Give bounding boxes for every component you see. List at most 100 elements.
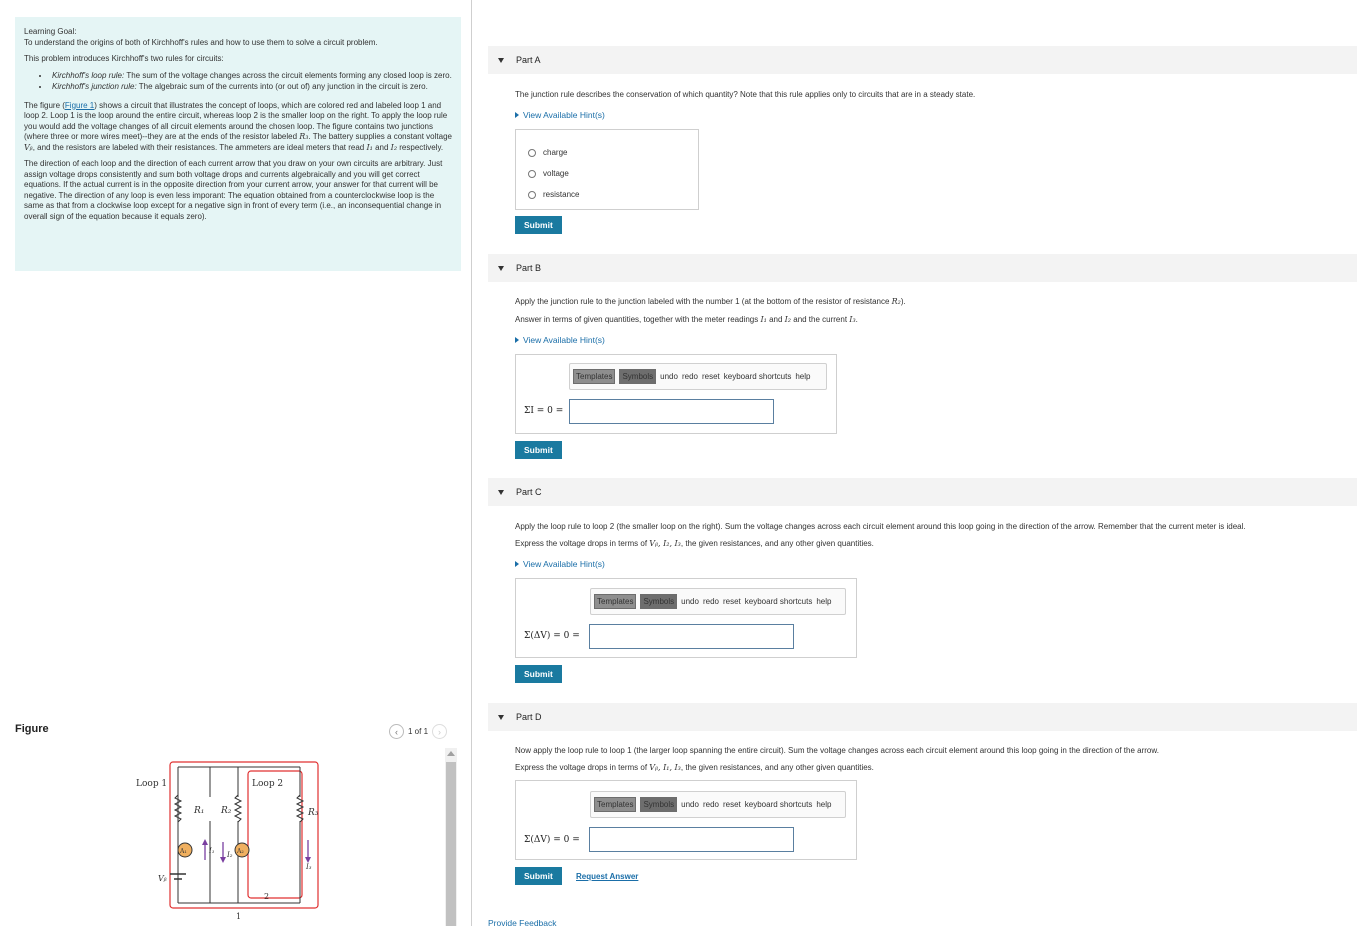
learning-goal-intro: This problem introduces Kirchhoff's two …	[24, 54, 224, 63]
part-d-answer-box: Templates Symbols undo redo reset keyboa…	[515, 780, 857, 860]
part-d-title: Part D	[516, 712, 542, 722]
keyboard-shortcuts-button[interactable]: keyboard shortcuts	[745, 597, 813, 606]
redo-button[interactable]: redo	[703, 800, 719, 809]
part-d-toolbar: Templates Symbols undo redo reset keyboa…	[590, 791, 846, 818]
direction-note: The direction of each loop and the direc…	[24, 159, 443, 221]
option-resistance[interactable]: resistance	[528, 184, 698, 205]
part-c-toolbar: Templates Symbols undo redo reset keyboa…	[590, 588, 846, 615]
symbols-button[interactable]: Symbols	[619, 369, 657, 384]
label-r1: R₁	[193, 806, 204, 816]
help-button[interactable]: help	[816, 597, 831, 606]
expand-arrow-icon	[515, 337, 519, 343]
column-divider	[471, 0, 472, 926]
undo-button[interactable]: undo	[681, 800, 699, 809]
pager-count: 1 of 1	[408, 727, 429, 736]
keyboard-shortcuts-button[interactable]: keyboard shortcuts	[745, 800, 813, 809]
expand-arrow-icon	[515, 112, 519, 118]
learning-goal-subtitle: To understand the origins of both of Kir…	[24, 37, 378, 47]
collapse-triangle-icon	[498, 57, 504, 63]
label-loop1: Loop 1	[136, 779, 167, 789]
part-a-title: Part A	[516, 55, 541, 65]
part-b-toolbar: Templates Symbols undo redo reset keyboa…	[569, 363, 827, 390]
templates-button[interactable]: Templates	[573, 369, 616, 384]
figure-description: The figure (Figure 1) shows a circuit th…	[24, 100, 452, 152]
label-junction-1: 1	[236, 912, 241, 921]
undo-button[interactable]: undo	[660, 372, 678, 381]
part-a-submit-button[interactable]: Submit	[515, 216, 562, 234]
learning-goal-panel: Learning Goal: To understand the origins…	[15, 17, 461, 271]
label-loop2: Loop 2	[252, 779, 283, 789]
label-r2: R₂	[220, 806, 232, 816]
part-a-header[interactable]: Part A	[488, 46, 1357, 74]
label-a1: A₁	[179, 848, 187, 855]
circuit-figure: Loop 1 Loop 2 R₁ R₂ R₃ A₁ A₂ I₁ I₂ I₃ Vᵦ…	[136, 761, 319, 921]
part-d-answer-input[interactable]	[589, 827, 794, 852]
label-i1: I₁	[208, 847, 215, 855]
part-c-submit-button[interactable]: Submit	[515, 665, 562, 683]
part-a-options: charge voltage resistance	[515, 129, 699, 210]
radio-icon[interactable]	[528, 169, 536, 178]
rule-loop: Kirchhoff's loop rule: The sum of the vo…	[50, 71, 452, 82]
collapse-triangle-icon	[498, 714, 504, 720]
label-vb: Vᵦ	[158, 874, 167, 883]
resistor-r1	[173, 794, 183, 823]
option-charge[interactable]: charge	[528, 142, 698, 163]
label-i3: I₃	[305, 863, 312, 871]
reset-button[interactable]: reset	[702, 372, 720, 381]
label-r3: R₃	[307, 808, 319, 818]
part-d-question: Now apply the loop rule to loop 1 (the l…	[515, 746, 1159, 755]
label-junction-2: 2	[264, 892, 269, 901]
loop1-outline	[169, 761, 319, 909]
option-voltage[interactable]: voltage	[528, 163, 698, 184]
part-b-equation-label: ΣI = 0 =	[524, 406, 564, 416]
symbols-button[interactable]: Symbols	[640, 797, 678, 812]
scroll-thumb[interactable]	[446, 762, 456, 926]
part-c-header[interactable]: Part C	[488, 478, 1357, 506]
part-a-hint-link[interactable]: View Available Hint(s)	[515, 110, 605, 120]
keyboard-shortcuts-button[interactable]: keyboard shortcuts	[724, 372, 792, 381]
templates-button[interactable]: Templates	[594, 797, 637, 812]
figure-link[interactable]: Figure 1	[65, 101, 94, 110]
help-button[interactable]: help	[795, 372, 810, 381]
part-a-question: The junction rule describes the conserva…	[515, 90, 976, 99]
redo-button[interactable]: redo	[682, 372, 698, 381]
label-a2: A₂	[236, 848, 244, 855]
radio-icon[interactable]	[528, 148, 536, 157]
part-b-submit-button[interactable]: Submit	[515, 441, 562, 459]
loop2-outline	[247, 770, 303, 899]
help-button[interactable]: help	[816, 800, 831, 809]
scroll-up-arrow[interactable]	[447, 751, 455, 756]
collapse-triangle-icon	[498, 265, 504, 271]
next-figure-button[interactable]: ›	[432, 724, 448, 739]
redo-button[interactable]: redo	[703, 597, 719, 606]
symbols-button[interactable]: Symbols	[640, 594, 678, 609]
learning-goal-title: Learning Goal:	[24, 27, 77, 36]
templates-button[interactable]: Templates	[594, 594, 637, 609]
arrow-i1	[202, 839, 208, 845]
part-b-answer-input[interactable]	[569, 399, 774, 424]
reset-button[interactable]: reset	[723, 597, 741, 606]
request-answer-link[interactable]: Request Answer	[576, 872, 638, 881]
provide-feedback-link[interactable]: Provide Feedback	[488, 918, 557, 926]
prev-figure-button[interactable]: ‹	[389, 724, 404, 739]
part-c-instructions: Express the voltage drops in terms of Vᵦ…	[515, 539, 874, 548]
part-c-answer-box: Templates Symbols undo redo reset keyboa…	[515, 578, 857, 658]
part-b-hint-link[interactable]: View Available Hint(s)	[515, 335, 605, 345]
radio-icon[interactable]	[528, 190, 536, 199]
reset-button[interactable]: reset	[723, 800, 741, 809]
arrow-i2	[220, 857, 226, 863]
part-b-title: Part B	[516, 263, 542, 273]
part-c-question: Apply the loop rule to loop 2 (the small…	[515, 522, 1246, 531]
part-d-submit-button[interactable]: Submit	[515, 867, 562, 885]
part-c-hint-link[interactable]: View Available Hint(s)	[515, 559, 605, 569]
figure-title: Figure	[15, 723, 49, 735]
part-c-answer-input[interactable]	[589, 624, 794, 649]
undo-button[interactable]: undo	[681, 597, 699, 606]
expand-arrow-icon	[515, 561, 519, 567]
part-b-instructions: Answer in terms of given quantities, tog…	[515, 315, 858, 324]
figure-pager: ‹ 1 of 1 ›	[389, 724, 448, 739]
part-d-header[interactable]: Part D	[488, 703, 1357, 731]
rule-junction: Kirchhoff's junction rule: The algebraic…	[50, 82, 452, 93]
part-b-header[interactable]: Part B	[488, 254, 1357, 282]
figure-scrollbar[interactable]	[445, 748, 457, 926]
